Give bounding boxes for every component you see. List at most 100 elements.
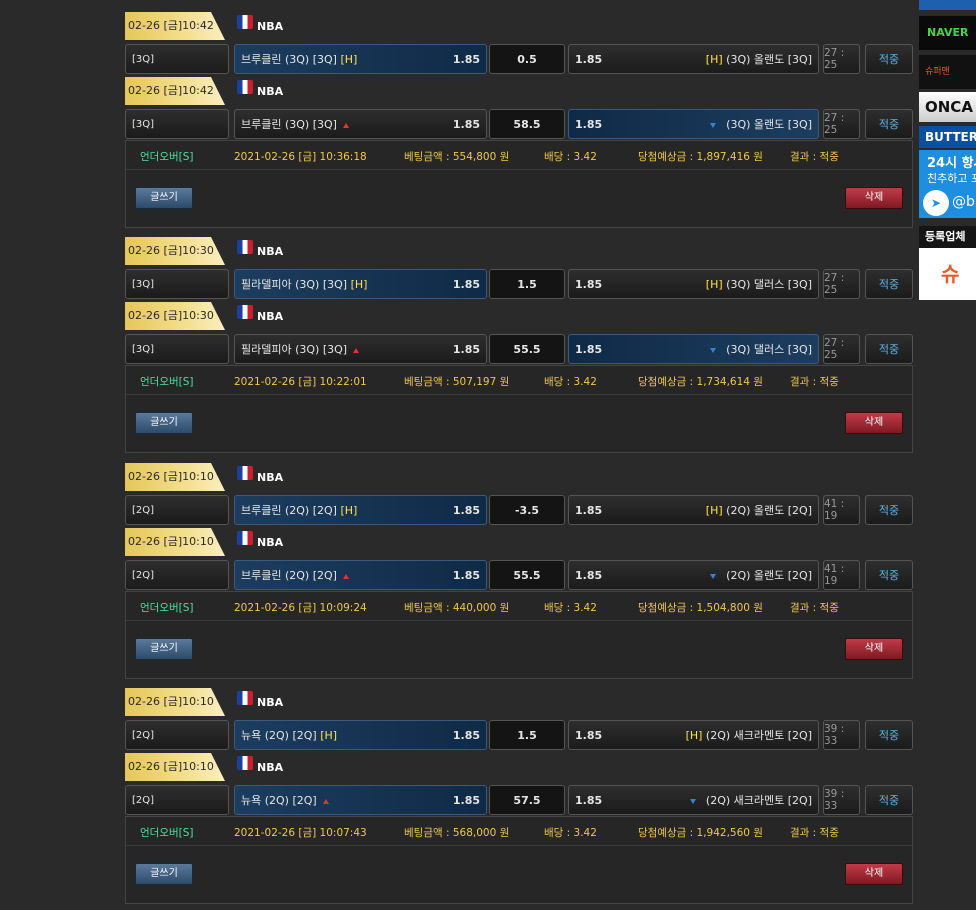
delete-button[interactable]: 삭제 xyxy=(845,187,903,209)
away-team-cell[interactable]: 1.85 [H] (2Q) 새크라멘토 [2Q] xyxy=(568,720,819,750)
under-arrow-icon xyxy=(710,347,717,353)
ad-banner-register[interactable]: 슈 xyxy=(919,248,976,300)
home-team-cell[interactable]: 필라델피아 (3Q) [3Q] 1.85 xyxy=(234,334,487,364)
home-team-label: 뉴욕 (2Q) [2Q] xyxy=(241,792,329,808)
game-header: 02-26 [금]10:42 NBA xyxy=(125,77,913,105)
ad-promo-handle: @b xyxy=(952,194,975,210)
game-row: [3Q] 브루클린 (3Q) [3Q] 1.85 58.5 1.85 (3Q) 올랜도 [… xyxy=(125,109,913,139)
home-odds: 1.85 xyxy=(452,728,480,742)
bet-amount: 베팅금액 : 554,800 원 xyxy=(404,151,510,163)
game-date-tag: 02-26 [금]10:10 xyxy=(125,688,225,716)
bet-dividend: 배당 : 3.42 xyxy=(544,151,597,163)
game-date-tag: 02-26 [금]10:30 xyxy=(125,302,225,330)
home-team-cell[interactable]: 브루클린 (2Q) [2Q] 1.85 xyxy=(234,560,487,590)
home-team-cell[interactable]: 브루클린 (2Q) [2Q] [H] 1.85 xyxy=(234,495,487,525)
summary-line: 언더오버[S] 2021-02-26 [금] 10:22:01 베팅금액 : 507… xyxy=(126,366,912,395)
home-odds: 1.85 xyxy=(452,793,480,807)
game-header: 02-26 [금]10:10 NBA xyxy=(125,753,913,781)
game-header: 02-26 [금]10:30 NBA xyxy=(125,302,913,330)
write-button[interactable]: 글쓰기 xyxy=(135,412,193,434)
under-arrow-icon xyxy=(710,122,717,128)
away-odds: 1.85 xyxy=(575,568,603,582)
ad-banner-naver[interactable]: NAVER xyxy=(919,16,976,50)
line-cell: 58.5 xyxy=(489,109,565,139)
ad-banner-onca[interactable]: ONCA xyxy=(919,92,976,122)
home-team-name: 브루클린 (3Q) [3Q] xyxy=(241,118,337,131)
under-arrow-icon xyxy=(710,573,717,579)
bet-type: 언더오버[S] xyxy=(140,827,194,839)
away-team-label: (2Q) 올랜도 [2Q] xyxy=(710,567,812,583)
game-date-tag: 02-26 [금]10:30 xyxy=(125,237,225,265)
bet-block: 02-26 [금]10:30 NBA [3Q] 필라델피아 (3Q) [3Q] [H]… xyxy=(125,237,913,453)
game-date-tag: 02-26 [금]10:10 xyxy=(125,753,225,781)
bet-datetime: 2021-02-26 [금] 10:22:01 xyxy=(234,376,367,388)
bet-amount: 베팅금액 : 568,000 원 xyxy=(404,827,510,839)
home-team-label: 필라델피아 (3Q) [3Q] [H] xyxy=(241,276,367,292)
home-odds: 1.85 xyxy=(452,277,480,291)
bet-dividend: 배당 : 3.42 xyxy=(544,376,597,388)
delete-button[interactable]: 삭제 xyxy=(845,412,903,434)
home-odds: 1.85 xyxy=(452,52,480,66)
away-team-name: (2Q) 올랜도 [2Q] xyxy=(726,569,812,582)
bet-type: 언더오버[S] xyxy=(140,602,194,614)
home-team-cell[interactable]: 브루클린 (3Q) [3Q] [H] 1.85 xyxy=(234,44,487,74)
handicap-marker: [H] xyxy=(705,53,723,66)
away-odds: 1.85 xyxy=(575,342,603,356)
bet-block: 02-26 [금]10:10 NBA [2Q] 뉴욕 (2Q) [2Q] [H] 1.8… xyxy=(125,688,913,904)
away-team-cell[interactable]: 1.85 [H] (3Q) 올랜도 [3Q] xyxy=(568,44,819,74)
ad-banner-logo[interactable]: 슈퍼맨 xyxy=(919,55,976,89)
league-name: NBA xyxy=(257,244,284,258)
nba-flag-icon xyxy=(237,305,253,319)
write-button[interactable]: 글쓰기 xyxy=(135,187,193,209)
delete-button[interactable]: 삭제 xyxy=(845,863,903,885)
write-button[interactable]: 글쓰기 xyxy=(135,638,193,660)
match-time: 41 : 19 xyxy=(823,495,860,525)
result-badge: 적중 xyxy=(865,495,913,525)
handicap-marker: [H] xyxy=(705,278,723,291)
game-row: [3Q] 필라델피아 (3Q) [3Q] [H] 1.85 1.5 1.85 [H] (3… xyxy=(125,269,913,299)
away-odds: 1.85 xyxy=(575,793,603,807)
nba-flag-icon xyxy=(237,756,253,770)
result-badge: 적중 xyxy=(865,109,913,139)
over-arrow-icon xyxy=(353,347,360,353)
telegram-icon: ➤ xyxy=(923,190,949,216)
away-team-cell[interactable]: 1.85 [H] (2Q) 올랜도 [2Q] xyxy=(568,495,819,525)
ad-banner-butter[interactable]: BUTTER xyxy=(919,126,976,148)
league-label: NBA xyxy=(237,690,283,714)
game-row: [3Q] 필라델피아 (3Q) [3Q] 1.85 55.5 1.85 (3Q) 댈러스 … xyxy=(125,334,913,364)
period-cell: [2Q] xyxy=(125,785,229,815)
home-team-cell[interactable]: 뉴욕 (2Q) [2Q] [H] 1.85 xyxy=(234,720,487,750)
ad-banner-telegram[interactable]: 24시 항시 친추하고 포 ➤ @b xyxy=(919,150,976,218)
result-badge: 적중 xyxy=(865,269,913,299)
home-team-cell[interactable]: 브루클린 (3Q) [3Q] 1.85 xyxy=(234,109,487,139)
expected-winnings: 당첨예상금 : 1,942,560 원 xyxy=(638,827,763,839)
away-team-cell[interactable]: 1.85 (2Q) 새크라멘토 [2Q] xyxy=(568,785,819,815)
delete-button[interactable]: 삭제 xyxy=(845,638,903,660)
under-arrow-icon xyxy=(689,798,696,804)
period-cell: [3Q] xyxy=(125,269,229,299)
home-team-cell[interactable]: 필라델피아 (3Q) [3Q] [H] 1.85 xyxy=(234,269,487,299)
ad-banner-sports[interactable] xyxy=(919,0,976,10)
period-cell: [2Q] xyxy=(125,720,229,750)
result-badge: 적중 xyxy=(865,44,913,74)
home-team-name: 필라델피아 (3Q) [3Q] xyxy=(241,343,348,356)
away-team-cell[interactable]: 1.85 [H] (3Q) 댈러스 [3Q] xyxy=(568,269,819,299)
expected-winnings: 당첨예상금 : 1,734,614 원 xyxy=(638,376,763,388)
away-team-label: [H] (3Q) 올랜도 [3Q] xyxy=(706,51,812,67)
handicap-marker: [H] xyxy=(350,278,368,291)
away-team-cell[interactable]: 1.85 (3Q) 올랜도 [3Q] xyxy=(568,109,819,139)
league-label: NBA xyxy=(237,755,283,779)
nba-flag-icon xyxy=(237,531,253,545)
handicap-marker: [H] xyxy=(685,729,703,742)
home-odds: 1.85 xyxy=(452,568,480,582)
game-header: 02-26 [금]10:30 NBA xyxy=(125,237,913,265)
away-team-name: (2Q) 올랜도 [2Q] xyxy=(726,504,812,517)
line-cell: 1.5 xyxy=(489,269,565,299)
write-button[interactable]: 글쓰기 xyxy=(135,863,193,885)
home-team-cell[interactable]: 뉴욕 (2Q) [2Q] 1.85 xyxy=(234,785,487,815)
away-team-cell[interactable]: 1.85 (2Q) 올랜도 [2Q] xyxy=(568,560,819,590)
bet-result: 결과 : 적중 xyxy=(790,827,839,839)
ad-promo-line1: 24시 항시 xyxy=(927,156,976,171)
away-team-cell[interactable]: 1.85 (3Q) 댈러스 [3Q] xyxy=(568,334,819,364)
league-label: NBA xyxy=(237,465,283,489)
